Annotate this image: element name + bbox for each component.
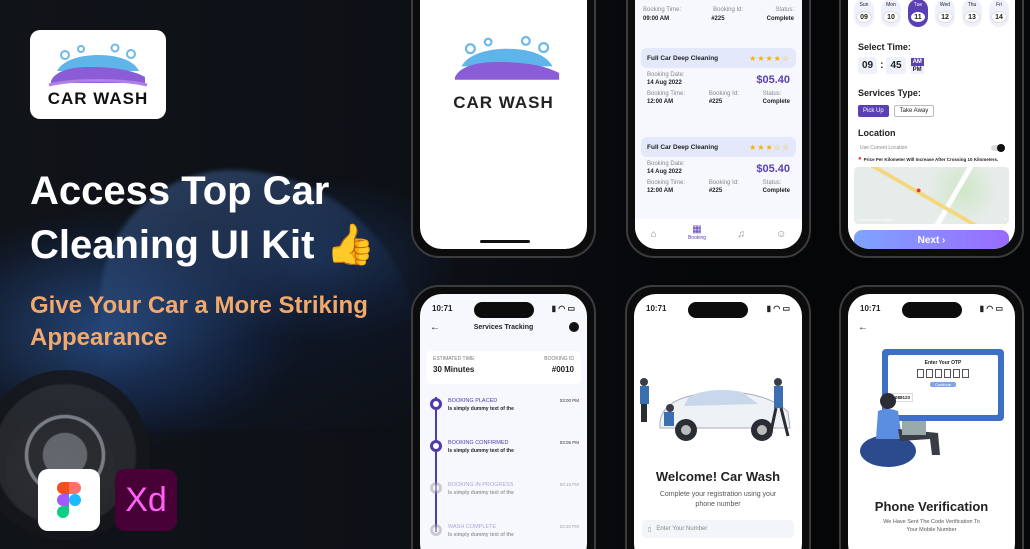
home-icon[interactable]: ⌂	[651, 229, 657, 240]
timeline-step: BOOKING PLACED Is simply dummy text of th…	[430, 398, 579, 412]
car-wash-illustration	[640, 378, 791, 441]
rating-stars: ★★★★☆	[749, 53, 790, 63]
timeline-dot	[430, 398, 442, 410]
hero-subline: Give Your Car a More Striking Appearance	[30, 292, 368, 351]
splash-brand-name: CAR WASH	[453, 93, 554, 112]
tracking-summary-card: ESTIMATED TIME BOOKING ID 30 Minutes #0010	[426, 351, 581, 384]
current-location-toggle[interactable]	[991, 144, 1005, 152]
tracking-title: Services Tracking	[473, 324, 534, 331]
welcome-screen: 10:71 ▮ ◠ ▭ Welcome! Car Wash Complete yo…	[634, 294, 802, 549]
bell-icon[interactable]: ♫	[737, 229, 745, 240]
bookings-screen: Booking Time: Booking Id: Status: 09:00 AM…	[635, 0, 802, 249]
minute-input[interactable]: 45	[886, 57, 906, 74]
next-button[interactable]: Next ›	[854, 230, 1009, 249]
brand-name: CAR WASH	[47, 88, 149, 108]
tracking-screen: 10:71 ▮ ◠ ▭ ← Services Tracking ESTIMATED…	[420, 294, 587, 549]
booking-title: Full Car Deep Cleaning	[647, 143, 719, 151]
price-warning: ● Price Per Kilometer Will Increase After…	[858, 156, 999, 162]
phone-number-input[interactable]: ▯ Enter Your Number	[642, 520, 794, 538]
booking-card[interactable]: Full Car Deep Cleaning ★★★☆☆ Booking Date:…	[641, 137, 796, 217]
person-illustration	[860, 393, 940, 467]
timeline-dot	[430, 524, 442, 536]
brand-logo-card: CAR WASH	[30, 30, 166, 119]
timeline-dot	[430, 440, 442, 452]
splash-logo-icon	[454, 35, 560, 80]
chevron-right-icon: ›	[1003, 216, 1006, 223]
location-label: Location	[858, 128, 896, 138]
takeaway-option[interactable]: Take Away	[893, 105, 935, 117]
welcome-description: Complete your registration using your ph…	[659, 491, 777, 508]
timeline-line	[435, 397, 437, 532]
verification-screen: 10:71 ▮ ◠ ▭ ← Enter Your OTP Continue 088…	[848, 294, 1015, 549]
bottom-nav: ⌂ ▦ Booking ♫ ☺	[635, 219, 802, 249]
pm-toggle[interactable]: PM	[910, 65, 924, 74]
warning-icon: ●	[858, 156, 862, 162]
pickup-option[interactable]: Pick Up	[858, 105, 889, 117]
day-chip[interactable]: Wed 12	[935, 0, 955, 27]
figma-badge	[38, 469, 100, 531]
phone-tracking: 10:71 ▮ ◠ ▭ ← Services Tracking ESTIMATED…	[411, 285, 596, 549]
map-pin-icon: ●	[916, 185, 922, 195]
am-toggle[interactable]: AM	[910, 57, 924, 66]
schedule-screen: Sun 09 Mon 10 Tue 11 Wed 12 Thu 13 Fri 14 Select Ti…	[848, 0, 1015, 249]
phone-verification: 10:71 ▮ ◠ ▭ ← Enter Your OTP Continue 088…	[839, 285, 1024, 549]
phone-splash: CAR WASH	[411, 0, 596, 258]
day-chip[interactable]: Sun 09	[854, 0, 874, 27]
day-chip[interactable]: Mon 10	[881, 0, 901, 27]
hero-headline: Access Top Car Cleaning UI Kit 👍	[30, 169, 376, 267]
welcome-title: Welcome! Car Wash	[655, 469, 781, 484]
car-wash-logo-icon	[48, 43, 148, 86]
otp-boxes	[888, 369, 998, 378]
current-location-row: Use Current Location	[860, 144, 1005, 152]
home-indicator	[480, 240, 530, 243]
hour-input[interactable]: 09	[858, 57, 878, 74]
splash-screen: CAR WASH	[420, 0, 587, 249]
time-picker: 09 : 45 AM PM	[858, 57, 924, 74]
day-chip[interactable]: Tue 11	[908, 0, 928, 27]
profile-icon[interactable]: ☺	[776, 229, 786, 240]
services-type-label: Services Type:	[858, 88, 921, 98]
verification-description: We Have Sent The Code Verification To Yo…	[883, 519, 980, 533]
phone-bookings: Booking Time: Booking Id: Status: 09:00 AM…	[626, 0, 811, 258]
chat-icon[interactable]	[569, 322, 579, 332]
timeline-step: BOOKING IN PROGRESS Is simply dummy text …	[430, 482, 579, 496]
timeline-step: WASH COMPLETE Is simply dummy text of the…	[430, 524, 579, 538]
booking-price: $05.40	[756, 74, 790, 86]
phone-welcome: 10:71 ▮ ◠ ▭ Welcome! Car Wash Complete yo…	[625, 285, 811, 549]
booking-card-header: Full Car Deep Cleaning ★★★★☆	[641, 48, 796, 68]
booking-title: Full Car Deep Cleaning	[647, 54, 719, 62]
phone-icon: ▯	[648, 526, 652, 533]
date-picker: Sun 09 Mon 10 Tue 11 Wed 12 Thu 13 Fri 14	[854, 0, 1009, 27]
adobe-xd-badge: Xd	[115, 469, 177, 531]
timeline-step: BOOKING CONFIRMED Is simply dummy text of…	[430, 440, 579, 454]
verification-title: Phone Verification	[874, 499, 989, 514]
nav-booking[interactable]: ▦ Booking	[688, 225, 706, 242]
booking-top-row: Booking Time: Booking Id: Status: 09:00 AM…	[643, 7, 794, 22]
booking-card-header: Full Car Deep Cleaning ★★★☆☆	[641, 137, 796, 157]
booking-card[interactable]: Full Car Deep Cleaning ★★★★☆ Booking Date:…	[641, 48, 796, 128]
location-map[interactable]: ● Central station gate 4 ›	[854, 167, 1009, 224]
timeline-dot	[430, 482, 442, 494]
booking-price: $05.40	[756, 163, 790, 175]
phone-schedule: Sun 09 Mon 10 Tue 11 Wed 12 Thu 13 Fri 14 Select Ti…	[839, 0, 1024, 258]
service-type-options: Pick Up Take Away	[858, 105, 935, 117]
day-chip[interactable]: Thu 13	[962, 0, 982, 27]
day-chip[interactable]: Fri 14	[989, 0, 1009, 27]
figma-icon	[57, 482, 81, 518]
back-arrow-icon[interactable]: ←	[858, 322, 868, 333]
rating-stars: ★★★☆☆	[749, 142, 790, 152]
select-time-label: Select Time:	[858, 42, 911, 52]
